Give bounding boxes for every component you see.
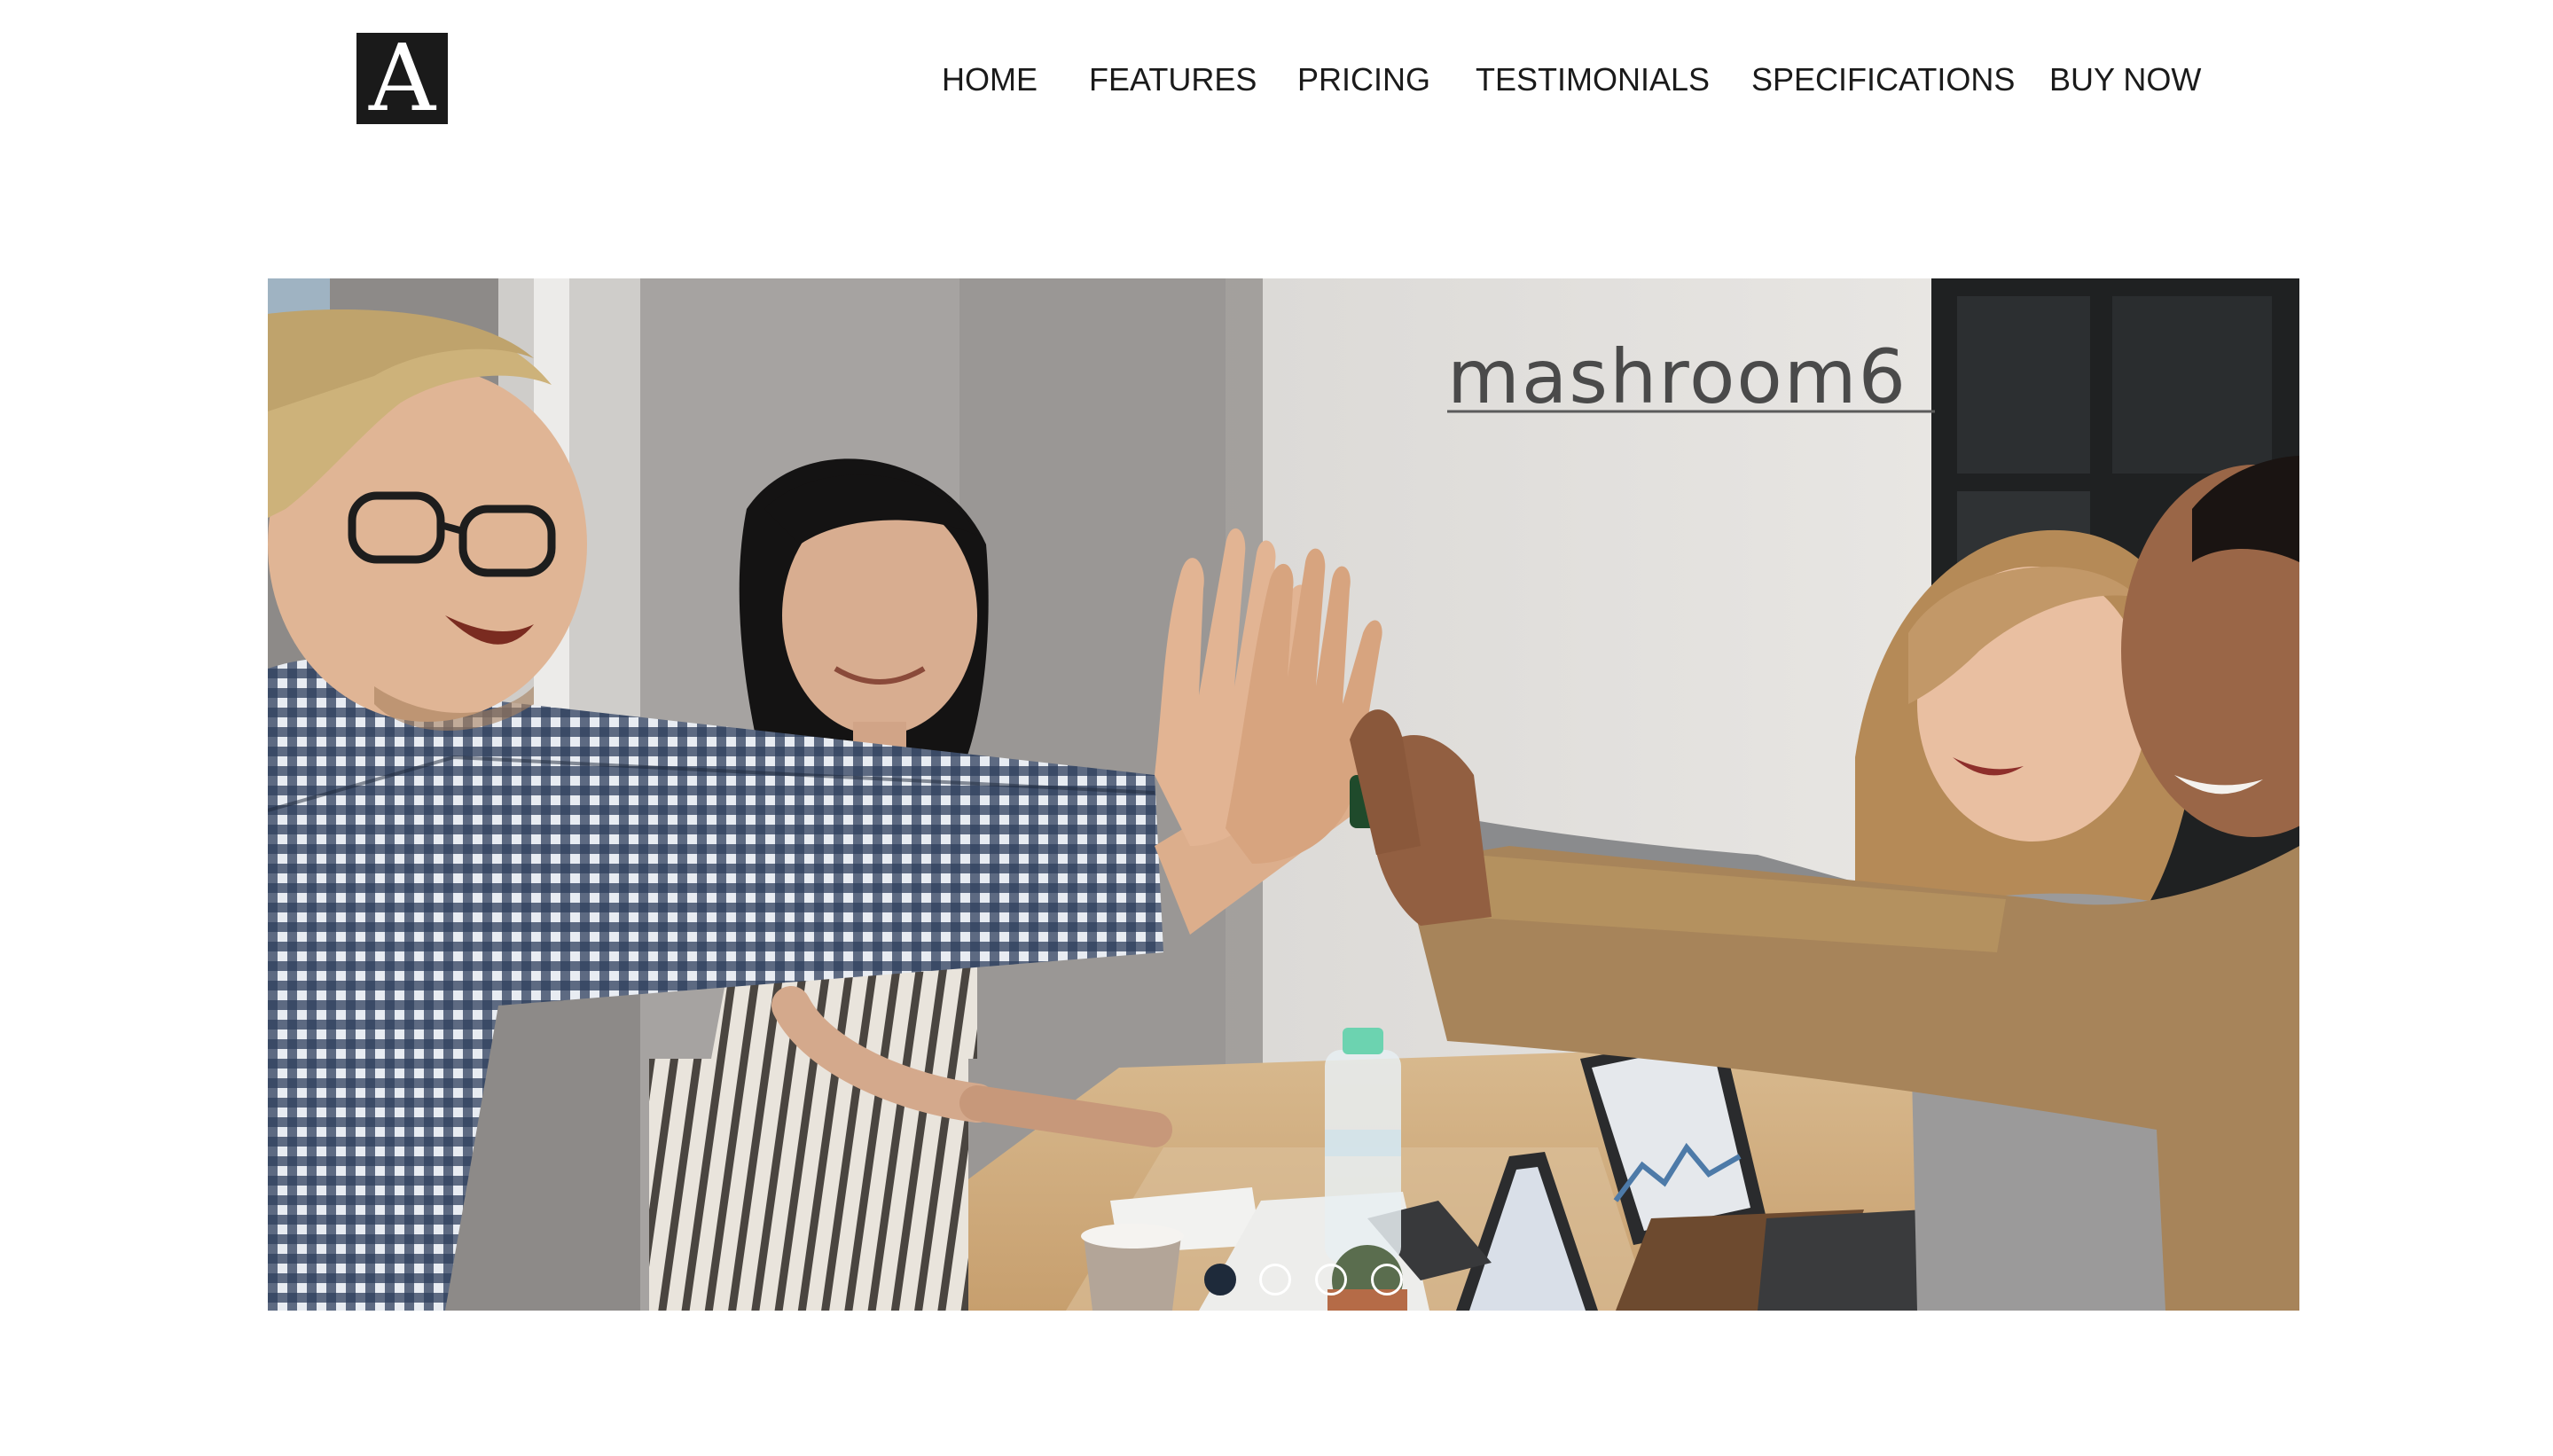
nav-buy-now[interactable]: BUY NOW <box>2049 59 2201 101</box>
nav-specifications[interactable]: SPECIFICATIONS <box>1751 59 2015 101</box>
hero-photo: mashroom6 <box>268 278 2299 1311</box>
site-header: A HOME FEATURES PRICING TESTIMONIALS SPE… <box>0 0 2553 160</box>
slide-dot-3[interactable] <box>1315 1264 1347 1296</box>
logo[interactable]: A <box>356 33 448 124</box>
nav-features[interactable]: FEATURES <box>1089 59 1257 101</box>
logo-letter: A <box>368 33 436 124</box>
slider-indicators <box>0 1264 2553 1303</box>
wall-sign: mashroom6 <box>1447 333 1907 420</box>
hero-slider[interactable]: mashroom6 <box>268 278 2299 1311</box>
slide-dot-4[interactable] <box>1371 1264 1403 1296</box>
nav-pricing[interactable]: PRICING <box>1297 59 1430 101</box>
slide-dot-1[interactable] <box>1204 1264 1236 1296</box>
nav-home[interactable]: HOME <box>942 59 1038 101</box>
slide-dot-2[interactable] <box>1259 1264 1291 1296</box>
nav-testimonials[interactable]: TESTIMONIALS <box>1476 59 1710 101</box>
